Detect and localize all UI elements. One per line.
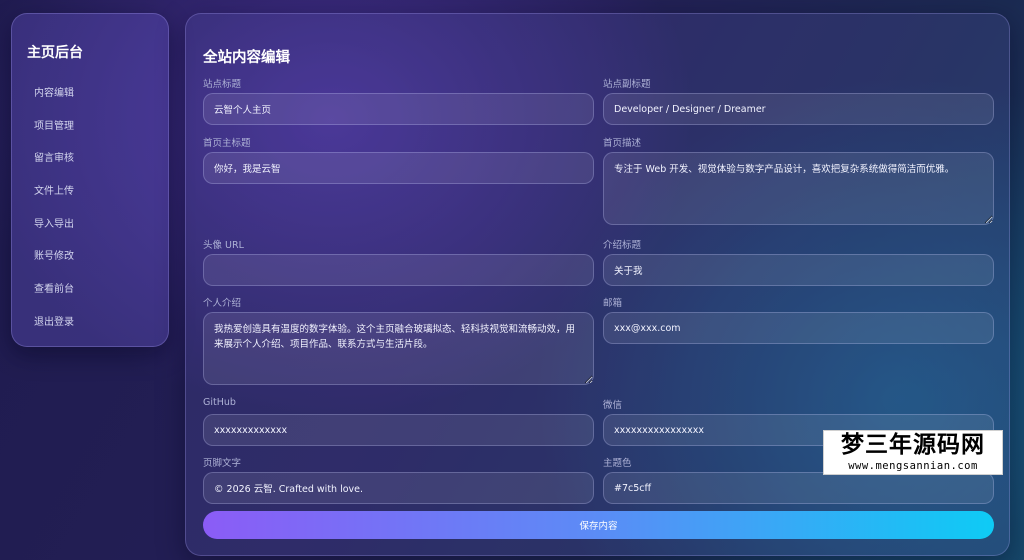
site-subtitle-label: 站点副标题 — [603, 79, 651, 90]
sidebar: 主页后台 内容编辑 项目管理 留言审核 文件上传 导入导出 账号修改 查看前台 … — [11, 13, 169, 347]
theme-color-input[interactable] — [603, 472, 994, 504]
footer-text-label: 页脚文字 — [203, 458, 242, 469]
intro-textarea[interactable]: 我热爱创造具有温度的数字体验。这个主页融合玻璃拟态、轻科技视觉和流畅动效，用来展… — [203, 312, 594, 385]
home-desc-textarea[interactable]: 专注于 Web 开发、视觉体验与数字产品设计，喜欢把复杂系统做得简洁而优雅。 — [603, 152, 994, 225]
avatar-url-input[interactable] — [203, 254, 594, 286]
sidebar-item-content-edit[interactable]: 内容编辑 — [34, 86, 74, 119]
sidebar-item-logout[interactable]: 退出登录 — [34, 315, 74, 348]
site-subtitle-input[interactable] — [603, 93, 994, 125]
avatar-url-label: 头像 URL — [203, 240, 244, 251]
sidebar-item-message-review[interactable]: 留言审核 — [34, 151, 74, 184]
github-label: GitHub — [203, 397, 236, 408]
sidebar-item-view-frontend[interactable]: 查看前台 — [34, 282, 74, 315]
intro-title-label: 介绍标题 — [603, 240, 642, 251]
watermark: 梦三年源码网 www.mengsannian.com — [823, 430, 1003, 475]
watermark-url: www.mengsannian.com — [848, 460, 978, 472]
intro-label: 个人介绍 — [203, 298, 242, 309]
save-content-button[interactable]: 保存内容 — [203, 511, 994, 539]
watermark-title: 梦三年源码网 — [841, 432, 985, 458]
home-title-input[interactable] — [203, 152, 594, 184]
sidebar-title: 主页后台 — [27, 45, 83, 61]
sidebar-item-file-upload[interactable]: 文件上传 — [34, 184, 74, 217]
theme-color-label: 主题色 — [603, 458, 632, 469]
email-input[interactable] — [603, 312, 994, 344]
home-desc-label: 首页描述 — [603, 138, 642, 149]
sidebar-item-account-edit[interactable]: 账号修改 — [34, 249, 74, 282]
page-title: 全站内容编辑 — [203, 50, 290, 66]
home-title-label: 首页主标题 — [203, 138, 251, 149]
site-title-label: 站点标题 — [203, 79, 242, 90]
footer-text-input[interactable] — [203, 472, 594, 504]
intro-title-input[interactable] — [603, 254, 994, 286]
sidebar-item-import-export[interactable]: 导入导出 — [34, 217, 74, 250]
wechat-label: 微信 — [603, 400, 623, 411]
sidebar-item-project-manage[interactable]: 项目管理 — [34, 119, 74, 152]
site-title-input[interactable] — [203, 93, 594, 125]
sidebar-nav: 内容编辑 项目管理 留言审核 文件上传 导入导出 账号修改 查看前台 退出登录 — [34, 86, 74, 348]
github-input[interactable] — [203, 414, 594, 446]
email-label: 邮箱 — [603, 298, 623, 309]
